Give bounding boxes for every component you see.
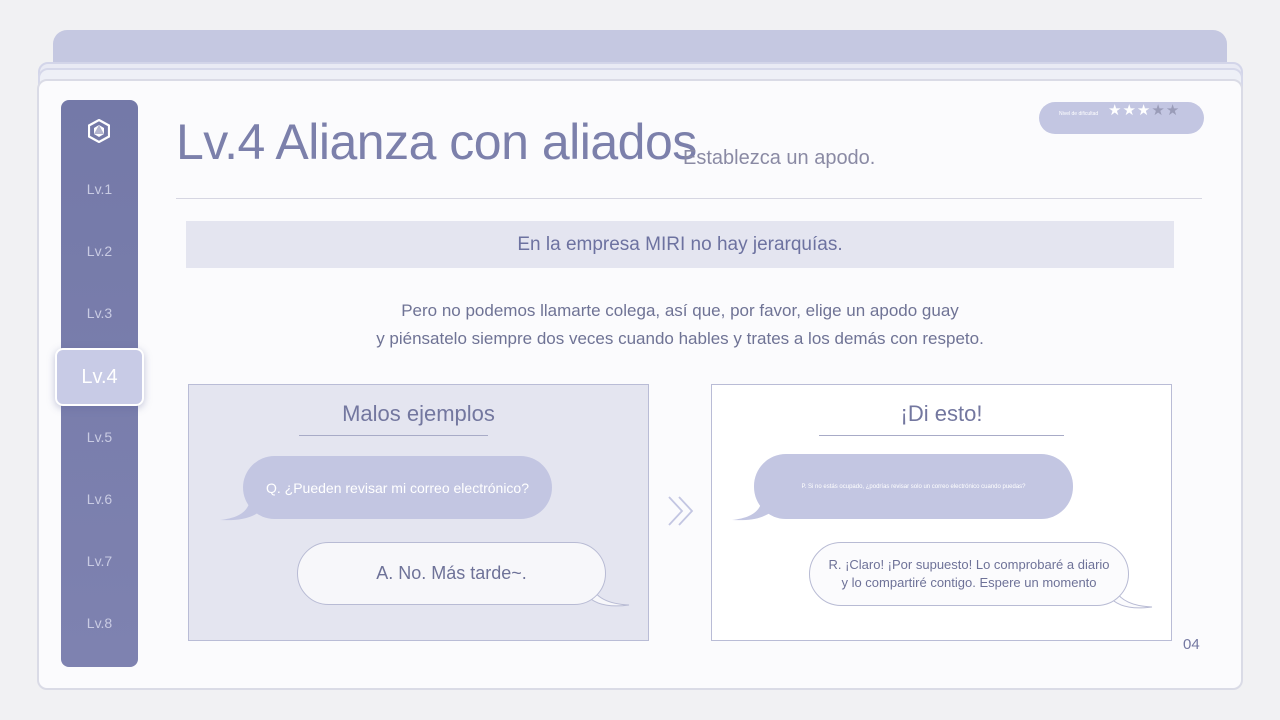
sidebar-item-lv5[interactable]: Lv.5 xyxy=(61,429,138,445)
page-title: Lv.4 Alianza con aliados xyxy=(176,114,697,170)
star-icon: ★ xyxy=(1122,102,1137,119)
sidebar-item-lv6[interactable]: Lv.6 xyxy=(61,491,138,507)
good-answer-bubble: R. ¡Claro! ¡Por supuesto! Lo comprobaré … xyxy=(809,542,1129,606)
bad-examples-title: Malos ejemplos xyxy=(342,401,495,426)
good-examples-underline xyxy=(819,435,1064,436)
sidebar-item-lv8[interactable]: Lv.8 xyxy=(61,615,138,631)
difficulty-stars: ★★★★★ xyxy=(1108,101,1180,119)
double-chevron-right-icon xyxy=(668,496,694,526)
description-line-2: y piénsatelo siempre dos veces cuando ha… xyxy=(376,329,984,348)
description-line-1: Pero no podemos llamarte colega, así que… xyxy=(401,301,959,320)
star-icon: ★ xyxy=(1108,102,1123,119)
star-icon: ★ xyxy=(1136,102,1152,119)
page-subtitle: Establezca un apodo. xyxy=(683,147,876,169)
difficulty-label: Nivel de dificultad xyxy=(1059,111,1099,117)
bad-question-bubble: Q. ¿Pueden revisar mi correo electrónico… xyxy=(243,456,552,519)
sidebar-item-lv4-active[interactable]: Lv.4 xyxy=(55,348,144,406)
good-question-bubble: P. Si no estás ocupado, ¿podrías revisar… xyxy=(754,454,1073,519)
bad-answer-bubble: A. No. Más tarde~. xyxy=(297,542,606,605)
page-number: 04 xyxy=(1183,636,1200,653)
bad-examples-underline xyxy=(299,435,488,436)
good-answer-line-2: y lo compartiré contigo. Espere un momen… xyxy=(841,575,1097,590)
sidebar-item-lv1[interactable]: Lv.1 xyxy=(61,181,138,197)
sidebar-item-lv2[interactable]: Lv.2 xyxy=(61,243,138,259)
good-answer-line-1: R. ¡Claro! ¡Por supuesto! Lo comprobaré … xyxy=(828,557,1110,572)
description-text: Pero no podemos llamarte colega, así que… xyxy=(186,297,1174,353)
hexagon-logo-icon xyxy=(88,119,110,143)
sidebar-item-lv7[interactable]: Lv.7 xyxy=(61,553,138,569)
star-icon: ★ xyxy=(1165,102,1181,119)
star-icon: ★ xyxy=(1151,102,1166,119)
good-examples-title: ¡Di esto! xyxy=(900,401,983,426)
sidebar-item-lv3[interactable]: Lv.3 xyxy=(61,305,138,321)
banner: En la empresa MIRI no hay jerarquías. xyxy=(186,221,1174,268)
title-divider xyxy=(176,198,1202,199)
